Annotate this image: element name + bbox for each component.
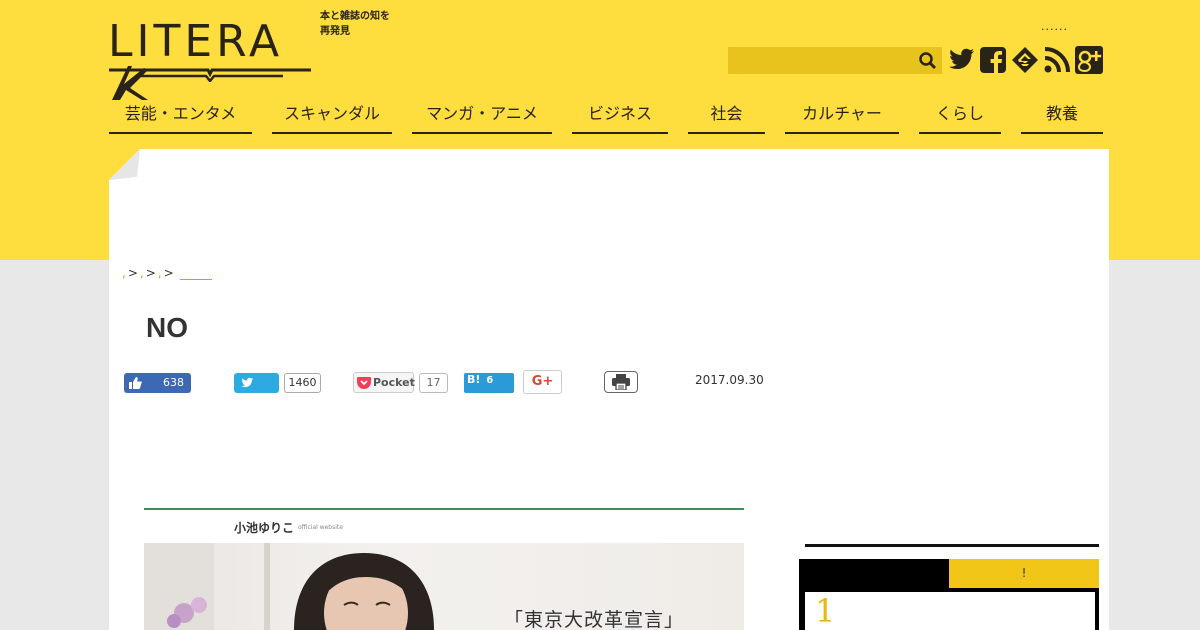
nav-item-scandal[interactable]: スキャンダル [272, 96, 392, 134]
ranking-list-item[interactable] [805, 592, 1095, 630]
page-fold-corner [109, 149, 140, 180]
category-nav: 芸能・エンタメ スキャンダル マンガ・アニメ ビジネス 社会 カルチャー くらし… [0, 96, 1200, 136]
pocket-icon [357, 377, 371, 389]
twitter-icon[interactable] [946, 45, 976, 75]
nav-item-culture[interactable]: カルチャー [785, 96, 899, 134]
nav-item-manga-anime[interactable]: マンガ・アニメ [412, 96, 552, 134]
rss-icon[interactable] [1042, 45, 1072, 75]
search-icon[interactable] [918, 51, 938, 71]
breadcrumb-link-category[interactable]: , [140, 266, 144, 280]
facebook-like-button[interactable]: 638 [124, 373, 191, 393]
breadcrumb-link-subcategory[interactable]: , [158, 266, 162, 280]
printer-icon [612, 374, 630, 390]
top-links[interactable]: ...... [1041, 20, 1068, 33]
twitter-share-button[interactable] [234, 373, 279, 393]
ranking-tab-primary[interactable] [799, 559, 949, 588]
breadcrumb-separator: > [127, 266, 138, 280]
breadcrumb-separator: > [145, 266, 156, 280]
nav-item-entertainment[interactable]: 芸能・エンタメ [109, 96, 252, 134]
hatena-count: 6 [486, 375, 494, 386]
publish-date: 2017.09.30 [695, 373, 764, 387]
thumbs-up-icon [129, 377, 142, 389]
nav-item-business[interactable]: ビジネス [572, 96, 668, 134]
hero-slogan: 「東京大改革宣言」 [504, 609, 685, 630]
ranking-tabs: ! [799, 559, 1099, 588]
hatena-label: B! [467, 373, 481, 386]
breadcrumb-current [179, 268, 212, 280]
logo-wordmark: LITERA [108, 20, 313, 108]
site-tagline: 本と雑誌の知を再発見 [320, 11, 390, 37]
search-input[interactable] [728, 47, 918, 74]
search-box [728, 47, 942, 74]
site-logo[interactable]: LITERA [108, 18, 313, 100]
nav-item-lifestyle[interactable]: くらし [919, 96, 1001, 134]
google-plus-share-button[interactable]: G+ [523, 370, 562, 394]
facebook-like-count: 638 [163, 376, 184, 389]
hatena-bookmark-button[interactable]: B! 6 [464, 373, 514, 393]
breadcrumb-separator: > [163, 266, 174, 280]
article-title: NO [146, 312, 188, 343]
hero-brand-subtitle: official website [298, 524, 343, 531]
nav-item-society[interactable]: 社会 [688, 96, 765, 134]
pocket-label: Pocket [373, 376, 415, 389]
facebook-icon[interactable] [978, 45, 1008, 75]
ranking-number: 1 [815, 592, 836, 630]
sidebar-rule [805, 544, 1099, 547]
breadcrumb-link-home[interactable]: , [122, 266, 126, 280]
hero-site-header: 小池ゆりこ official website [144, 510, 744, 543]
pocket-count: 17 [419, 373, 448, 393]
open-book-icon [109, 68, 311, 82]
print-button[interactable] [604, 371, 638, 393]
google-plus-icon[interactable] [1074, 45, 1104, 75]
feedly-icon[interactable] [1010, 45, 1040, 75]
article-hero-image: 小池ゆりこ official website 「東京大改革宣言」 [144, 508, 744, 630]
breadcrumb: , >, >, > [122, 266, 212, 280]
twitter-share-count: 1460 [284, 373, 321, 393]
twitter-bird-icon [241, 377, 254, 388]
nav-item-education[interactable]: 教養 [1021, 96, 1103, 134]
hero-brand-name: 小池ゆりこ [234, 521, 295, 535]
ranking-tab-secondary[interactable]: ! [949, 559, 1099, 588]
pocket-save-button[interactable]: Pocket [353, 372, 415, 393]
